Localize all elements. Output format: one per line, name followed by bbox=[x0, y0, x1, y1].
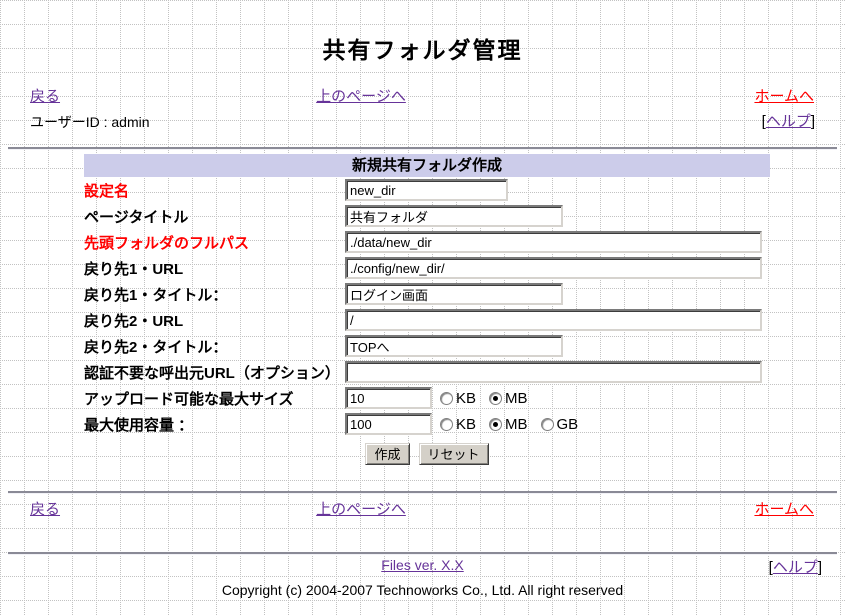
max-upload-size-input[interactable] bbox=[345, 387, 432, 409]
form-row-setting-name: 設定名 bbox=[84, 177, 770, 203]
capacity-unit-gb-radio[interactable] bbox=[541, 418, 554, 431]
noauth-url-label: 認証不要な呼出元URL（オプション） bbox=[84, 362, 345, 383]
copyright-text: Copyright (c) 2004-2007 Technoworks Co.,… bbox=[0, 582, 845, 598]
return1-title-label: 戻り先1・タイトル： bbox=[84, 284, 345, 305]
create-button[interactable]: 作成 bbox=[365, 443, 409, 465]
form-row-return1-title: 戻り先1・タイトル： bbox=[84, 281, 770, 307]
up-page-link-bottom[interactable]: 上のページへ bbox=[316, 498, 406, 519]
capacity-unit-gb-label: GB bbox=[557, 416, 579, 433]
form-header: 新規共有フォルダ作成 bbox=[84, 154, 770, 177]
footer-version-row: Files ver. X.X bbox=[0, 557, 845, 573]
setting-name-input[interactable] bbox=[345, 179, 508, 201]
upload-unit-kb-radio[interactable] bbox=[440, 392, 453, 405]
page-title-input[interactable] bbox=[345, 205, 563, 227]
back-link-bottom[interactable]: 戻る bbox=[30, 498, 60, 519]
return1-url-label: 戻り先1・URL bbox=[84, 258, 345, 279]
max-capacity-input[interactable] bbox=[345, 413, 432, 435]
version-link[interactable]: Files ver. X.X bbox=[381, 557, 463, 573]
radio-item-kb: KB bbox=[440, 416, 476, 433]
form-row-return2-url: 戻り先2・URL bbox=[84, 307, 770, 333]
radio-item-mb: MB bbox=[489, 390, 528, 407]
radio-item-mb: MB bbox=[489, 416, 528, 433]
return1-url-input[interactable] bbox=[345, 257, 762, 279]
form-row-max-upload-size: アップロード可能な最大サイズ KB MB bbox=[84, 385, 770, 411]
back-link-top[interactable]: 戻る bbox=[30, 85, 60, 106]
radio-item-kb: KB bbox=[440, 390, 476, 407]
new-shared-folder-form: 新規共有フォルダ作成 設定名 ページタイトル 先頭フォルダのフルパス 戻り先1・… bbox=[84, 154, 770, 465]
form-row-max-capacity: 最大使用容量 ： KB MB GB bbox=[84, 411, 770, 437]
divider-middle bbox=[8, 491, 837, 494]
root-path-input[interactable] bbox=[345, 231, 762, 253]
return2-url-input[interactable] bbox=[345, 309, 762, 331]
root-path-label: 先頭フォルダのフルパス bbox=[84, 232, 345, 253]
setting-name-label: 設定名 bbox=[84, 180, 345, 201]
reset-button[interactable]: リセット bbox=[419, 443, 489, 465]
help-link-bottom[interactable]: ヘルプ bbox=[773, 559, 818, 576]
max-capacity-label: 最大使用容量 ： bbox=[84, 414, 345, 435]
divider-bottom bbox=[8, 552, 837, 555]
home-link-top[interactable]: ホームへ bbox=[754, 85, 814, 106]
help-link-top-box: [ヘルプ] bbox=[762, 110, 815, 131]
form-row-root-path: 先頭フォルダのフルパス bbox=[84, 229, 770, 255]
noauth-url-input[interactable] bbox=[345, 361, 762, 383]
upload-unit-mb-radio[interactable] bbox=[489, 392, 502, 405]
return2-title-label: 戻り先2・タイトル： bbox=[84, 336, 345, 357]
radio-item-gb: GB bbox=[541, 416, 579, 433]
form-row-return2-title: 戻り先2・タイトル： bbox=[84, 333, 770, 359]
capacity-unit-kb-label: KB bbox=[456, 416, 476, 433]
return2-url-label: 戻り先2・URL bbox=[84, 310, 345, 331]
return1-title-input[interactable] bbox=[345, 283, 563, 305]
max-upload-size-label: アップロード可能な最大サイズ bbox=[84, 388, 345, 409]
page-title: 共有フォルダ管理 bbox=[0, 31, 845, 65]
capacity-unit-mb-radio[interactable] bbox=[489, 418, 502, 431]
form-row-return1-url: 戻り先1・URL bbox=[84, 255, 770, 281]
up-page-link-top[interactable]: 上のページへ bbox=[316, 85, 406, 106]
help-link-top[interactable]: ヘルプ bbox=[766, 113, 811, 130]
return2-title-input[interactable] bbox=[345, 335, 563, 357]
page-title-label: ページタイトル bbox=[84, 206, 345, 227]
help-bracket-close: ] bbox=[818, 559, 822, 576]
user-id-text: ユーザーID : admin bbox=[30, 112, 150, 132]
help-bracket-close: ] bbox=[811, 113, 815, 130]
upload-unit-kb-label: KB bbox=[456, 390, 476, 407]
form-row-noauth-url: 認証不要な呼出元URL（オプション） bbox=[84, 359, 770, 385]
divider-top bbox=[8, 147, 837, 150]
upload-unit-mb-label: MB bbox=[505, 390, 528, 407]
form-row-page-title: ページタイトル bbox=[84, 203, 770, 229]
home-link-bottom[interactable]: ホームへ bbox=[754, 498, 814, 519]
form-button-row: 作成 リセット bbox=[84, 443, 770, 465]
max-upload-unit-radio-group: KB MB bbox=[440, 390, 528, 407]
nav-bottom: 戻る 上のページへ ホームへ bbox=[0, 498, 845, 516]
nav-top: 戻る 上のページへ ホームへ bbox=[0, 85, 845, 103]
capacity-unit-mb-label: MB bbox=[505, 416, 528, 433]
help-link-bottom-box: [ヘルプ] bbox=[769, 556, 822, 577]
max-capacity-unit-radio-group: KB MB GB bbox=[440, 416, 578, 433]
capacity-unit-kb-radio[interactable] bbox=[440, 418, 453, 431]
